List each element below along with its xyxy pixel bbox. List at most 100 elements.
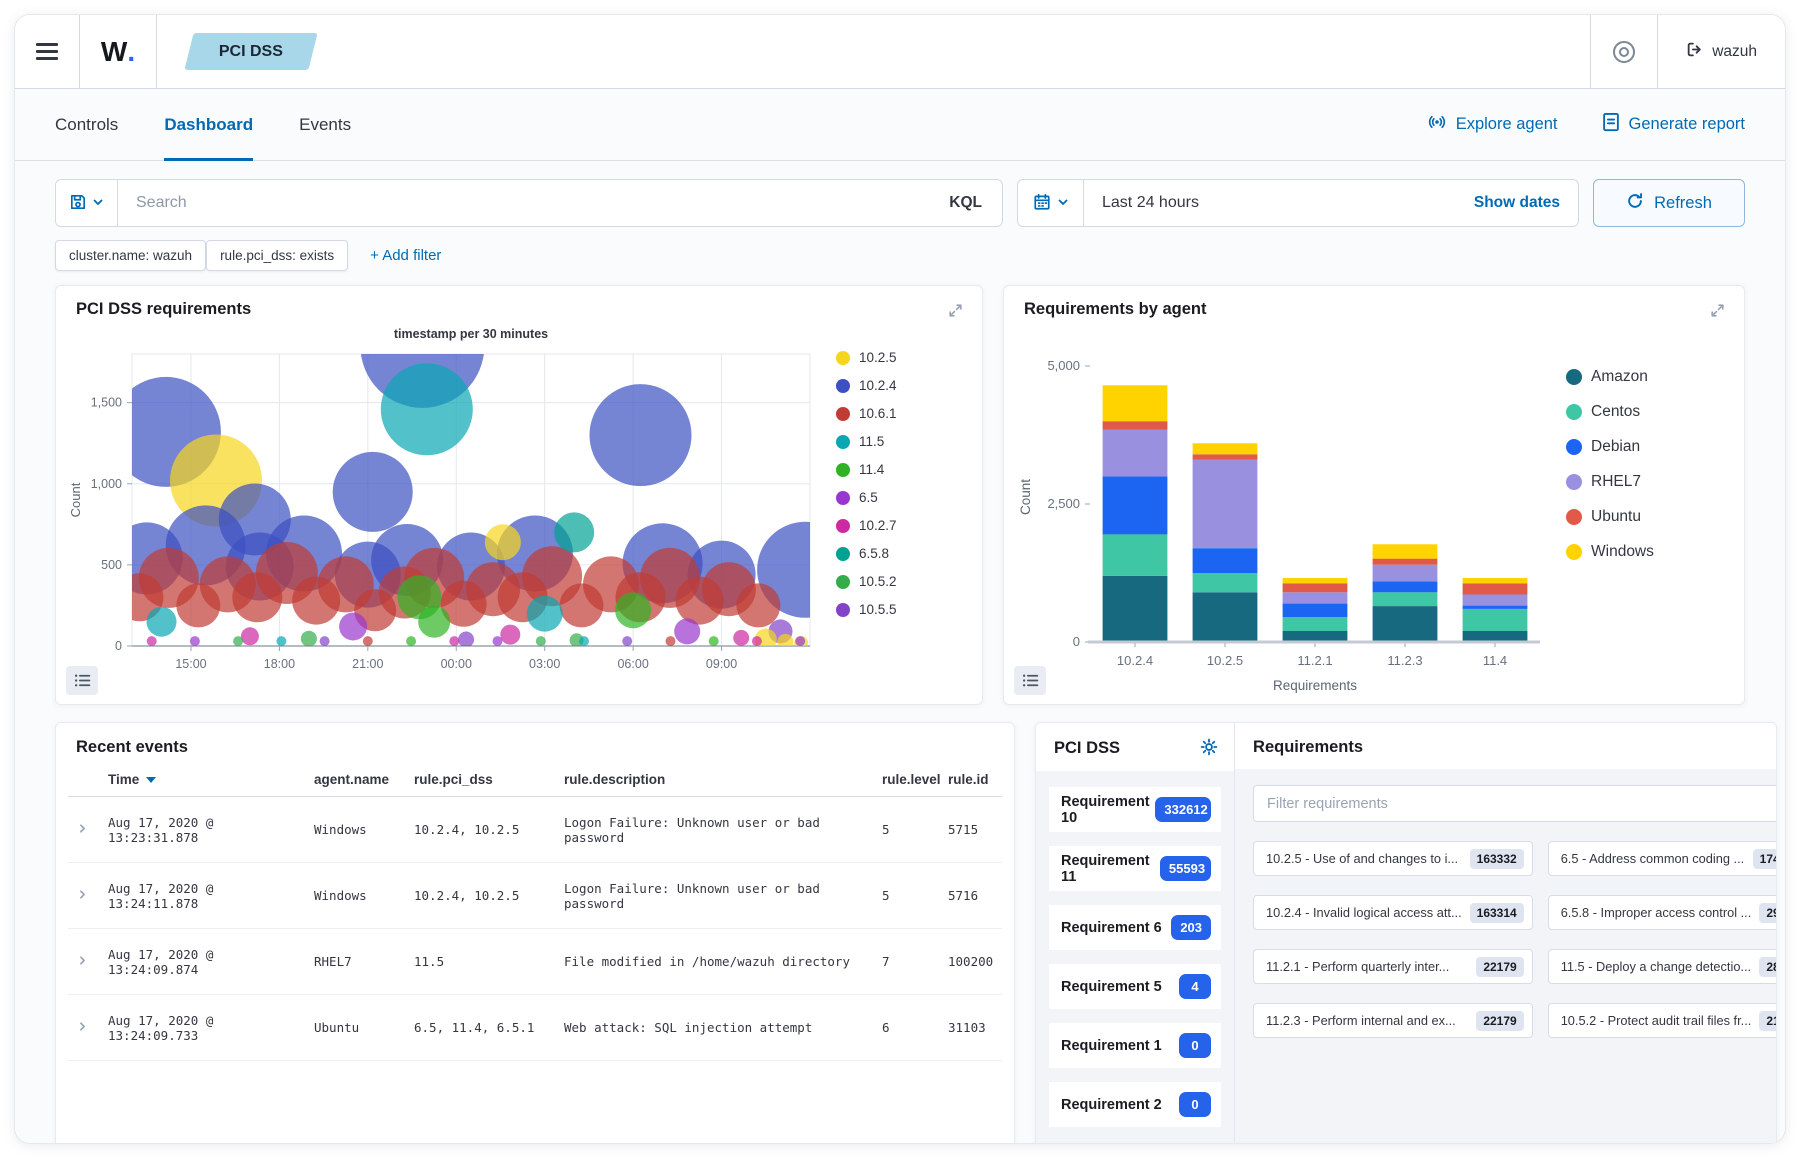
chevron-right-icon <box>76 954 89 967</box>
filter-pill[interactable]: cluster.name: wazuh <box>55 240 206 271</box>
tab-events[interactable]: Events <box>299 89 351 160</box>
cell-agent-name[interactable]: RHEL7 <box>306 929 406 995</box>
column-header-agent-name[interactable]: agent.name <box>306 763 406 797</box>
legend-item[interactable]: 11.5 <box>836 434 897 449</box>
requirement-chip[interactable]: 11.5 - Deploy a change detectio...28 <box>1548 949 1777 984</box>
bubble-point <box>147 636 157 646</box>
chip-count-badge: 29 <box>1759 903 1777 923</box>
show-dates-link[interactable]: Show dates <box>1456 180 1578 226</box>
bubble-point <box>674 618 700 644</box>
cell-rule-id[interactable]: 5716 <box>940 863 1002 929</box>
pci-requirement-row[interactable]: Requirement 10 <box>1049 1023 1221 1068</box>
requirement-count-badge: 332612 <box>1155 797 1211 822</box>
requirement-chip[interactable]: 10.5.2 - Protect audit trail files fr...… <box>1548 1003 1777 1038</box>
legend-swatch <box>1566 369 1582 385</box>
stacked-bar-chart: 02,5005,00010.2.410.2.511.2.111.2.311.4R… <box>1012 324 1560 698</box>
generate-report-button[interactable]: Generate report <box>1602 112 1745 137</box>
health-ring-icon[interactable] <box>1591 15 1657 88</box>
filter-pill[interactable]: rule.pci_dss: exists <box>206 240 348 271</box>
row-expand-chevron[interactable] <box>68 797 100 863</box>
requirement-chip[interactable]: 10.2.4 - Invalid logical access att...16… <box>1253 895 1533 930</box>
cell-agent-name[interactable]: Windows <box>306 863 406 929</box>
legend-item[interactable]: 10.2.7 <box>836 518 897 533</box>
add-filter-link[interactable]: + Add filter <box>370 247 441 264</box>
requirement-chip[interactable]: 11.2.3 - Perform internal and ex...22179 <box>1253 1003 1533 1038</box>
wazuh-logo[interactable]: W. <box>80 15 156 88</box>
requirement-label: Requirement 1 <box>1061 1038 1162 1054</box>
column-header-rule-id[interactable]: rule.id <box>940 763 1002 797</box>
report-document-icon <box>1602 112 1620 137</box>
requirement-chip[interactable]: 10.2.5 - Use of and changes to i...16333… <box>1253 841 1533 876</box>
column-header-rule-description[interactable]: rule.description <box>556 763 874 797</box>
requirement-chip[interactable]: 11.2.1 - Perform quarterly inter...22179 <box>1253 949 1533 984</box>
legend-item[interactable]: 6.5 <box>836 490 897 505</box>
date-range-value[interactable]: Last 24 hours <box>1084 180 1456 226</box>
row-expand-chevron[interactable] <box>68 995 100 1061</box>
bubble-point <box>406 636 416 646</box>
filter-bar: cluster.name: wazuhrule.pci_dss: exists … <box>15 227 1785 271</box>
saved-queries-button[interactable] <box>56 180 118 226</box>
row-expand-chevron[interactable] <box>68 929 100 995</box>
legend-item[interactable]: 10.2.4 <box>836 378 897 393</box>
legend-item[interactable]: 10.2.5 <box>836 350 897 365</box>
top-navbar: W. PCI DSS wazuh <box>15 15 1785 89</box>
logout-button[interactable]: wazuh <box>1658 15 1785 88</box>
column-header-time[interactable]: Time <box>100 763 306 797</box>
pci-requirement-row[interactable]: Requirement 1155593 <box>1049 846 1221 891</box>
filter-requirements-input[interactable] <box>1253 785 1777 822</box>
tab-controls[interactable]: Controls <box>55 89 118 160</box>
column-header-rule-pci_dss[interactable]: rule.pci_dss <box>406 763 556 797</box>
legend-item[interactable]: 6.5.8 <box>836 546 897 561</box>
search-input[interactable] <box>118 180 929 226</box>
cell-agent-name[interactable]: Windows <box>306 797 406 863</box>
legend-item[interactable]: Amazon <box>1566 368 1654 386</box>
search-toolbar: KQL Last 24 hours Show dates Refresh <box>15 161 1785 227</box>
pci-requirement-row[interactable]: Requirement 20 <box>1049 1082 1221 1127</box>
cell-rule-id[interactable]: 5715 <box>940 797 1002 863</box>
legend-item[interactable]: 10.5.5 <box>836 602 897 617</box>
kql-toggle[interactable]: KQL <box>929 180 1002 226</box>
cell-rule-id[interactable]: 100200 <box>940 929 1002 995</box>
legend-item[interactable]: RHEL7 <box>1566 473 1654 491</box>
column-header-rule-level[interactable]: rule.level <box>874 763 940 797</box>
legend-item[interactable]: Centos <box>1566 403 1654 421</box>
cell-agent-name[interactable]: Ubuntu <box>306 995 406 1061</box>
cell-rule-id[interactable]: 31103 <box>940 995 1002 1061</box>
legend-item[interactable]: 10.5.2 <box>836 574 897 589</box>
expand-icon[interactable] <box>1707 300 1728 324</box>
legend-item[interactable]: 10.6.1 <box>836 406 897 421</box>
explore-agent-label: Explore agent <box>1456 115 1558 134</box>
expand-icon[interactable] <box>945 300 966 324</box>
menu-icon[interactable] <box>15 15 79 88</box>
chart-options-list-icon[interactable] <box>1014 666 1046 695</box>
navbar-spacer <box>313 15 1590 88</box>
cell-rule-pci-dss: 6.5, 11.4, 6.5.1 <box>406 995 556 1061</box>
legend-item[interactable]: Windows <box>1566 543 1654 561</box>
legend-item[interactable]: Debian <box>1566 438 1654 456</box>
legend-item[interactable]: 11.4 <box>836 462 897 477</box>
bubble-chart-legend: 10.2.5 10.2.4 10.6.1 11.5 11.4 6.5 10.2.7 6.5.8… <box>836 350 897 698</box>
requirement-label: Requirement 10 <box>1061 794 1155 826</box>
requirement-chip[interactable]: 6.5 - Address common coding ...174 <box>1548 841 1777 876</box>
pci-requirement-list: Requirement 10332612Requirement 1155593R… <box>1036 771 1234 1144</box>
legend-item[interactable]: Ubuntu <box>1566 508 1654 526</box>
breadcrumb-pci-dss[interactable]: PCI DSS <box>184 33 317 70</box>
pci-requirement-row[interactable]: Requirement 10332612 <box>1049 787 1221 832</box>
row-expand-chevron[interactable] <box>68 863 100 929</box>
cell-rule-level: 5 <box>874 863 940 929</box>
cell-rule-description: Web attack: SQL injection attempt <box>556 995 874 1061</box>
gear-icon[interactable] <box>1200 738 1218 759</box>
refresh-button[interactable]: Refresh <box>1593 179 1745 227</box>
requirement-chip[interactable]: 6.5.8 - Improper access control ...29 <box>1548 895 1777 930</box>
chart-options-list-icon[interactable] <box>66 666 98 695</box>
requirements-title: Requirements <box>1253 738 1363 757</box>
legend-swatch <box>836 547 850 561</box>
calendar-button[interactable] <box>1018 180 1084 226</box>
tab-dashboard[interactable]: Dashboard <box>164 89 253 160</box>
bar-segment <box>1373 559 1438 565</box>
legend-label: Debian <box>1591 438 1640 456</box>
pci-requirement-row[interactable]: Requirement 6203 <box>1049 905 1221 950</box>
pci-requirement-row[interactable]: Requirement 54 <box>1049 964 1221 1009</box>
legend-label: 10.2.4 <box>859 378 897 393</box>
explore-agent-button[interactable]: Explore agent <box>1427 112 1558 137</box>
